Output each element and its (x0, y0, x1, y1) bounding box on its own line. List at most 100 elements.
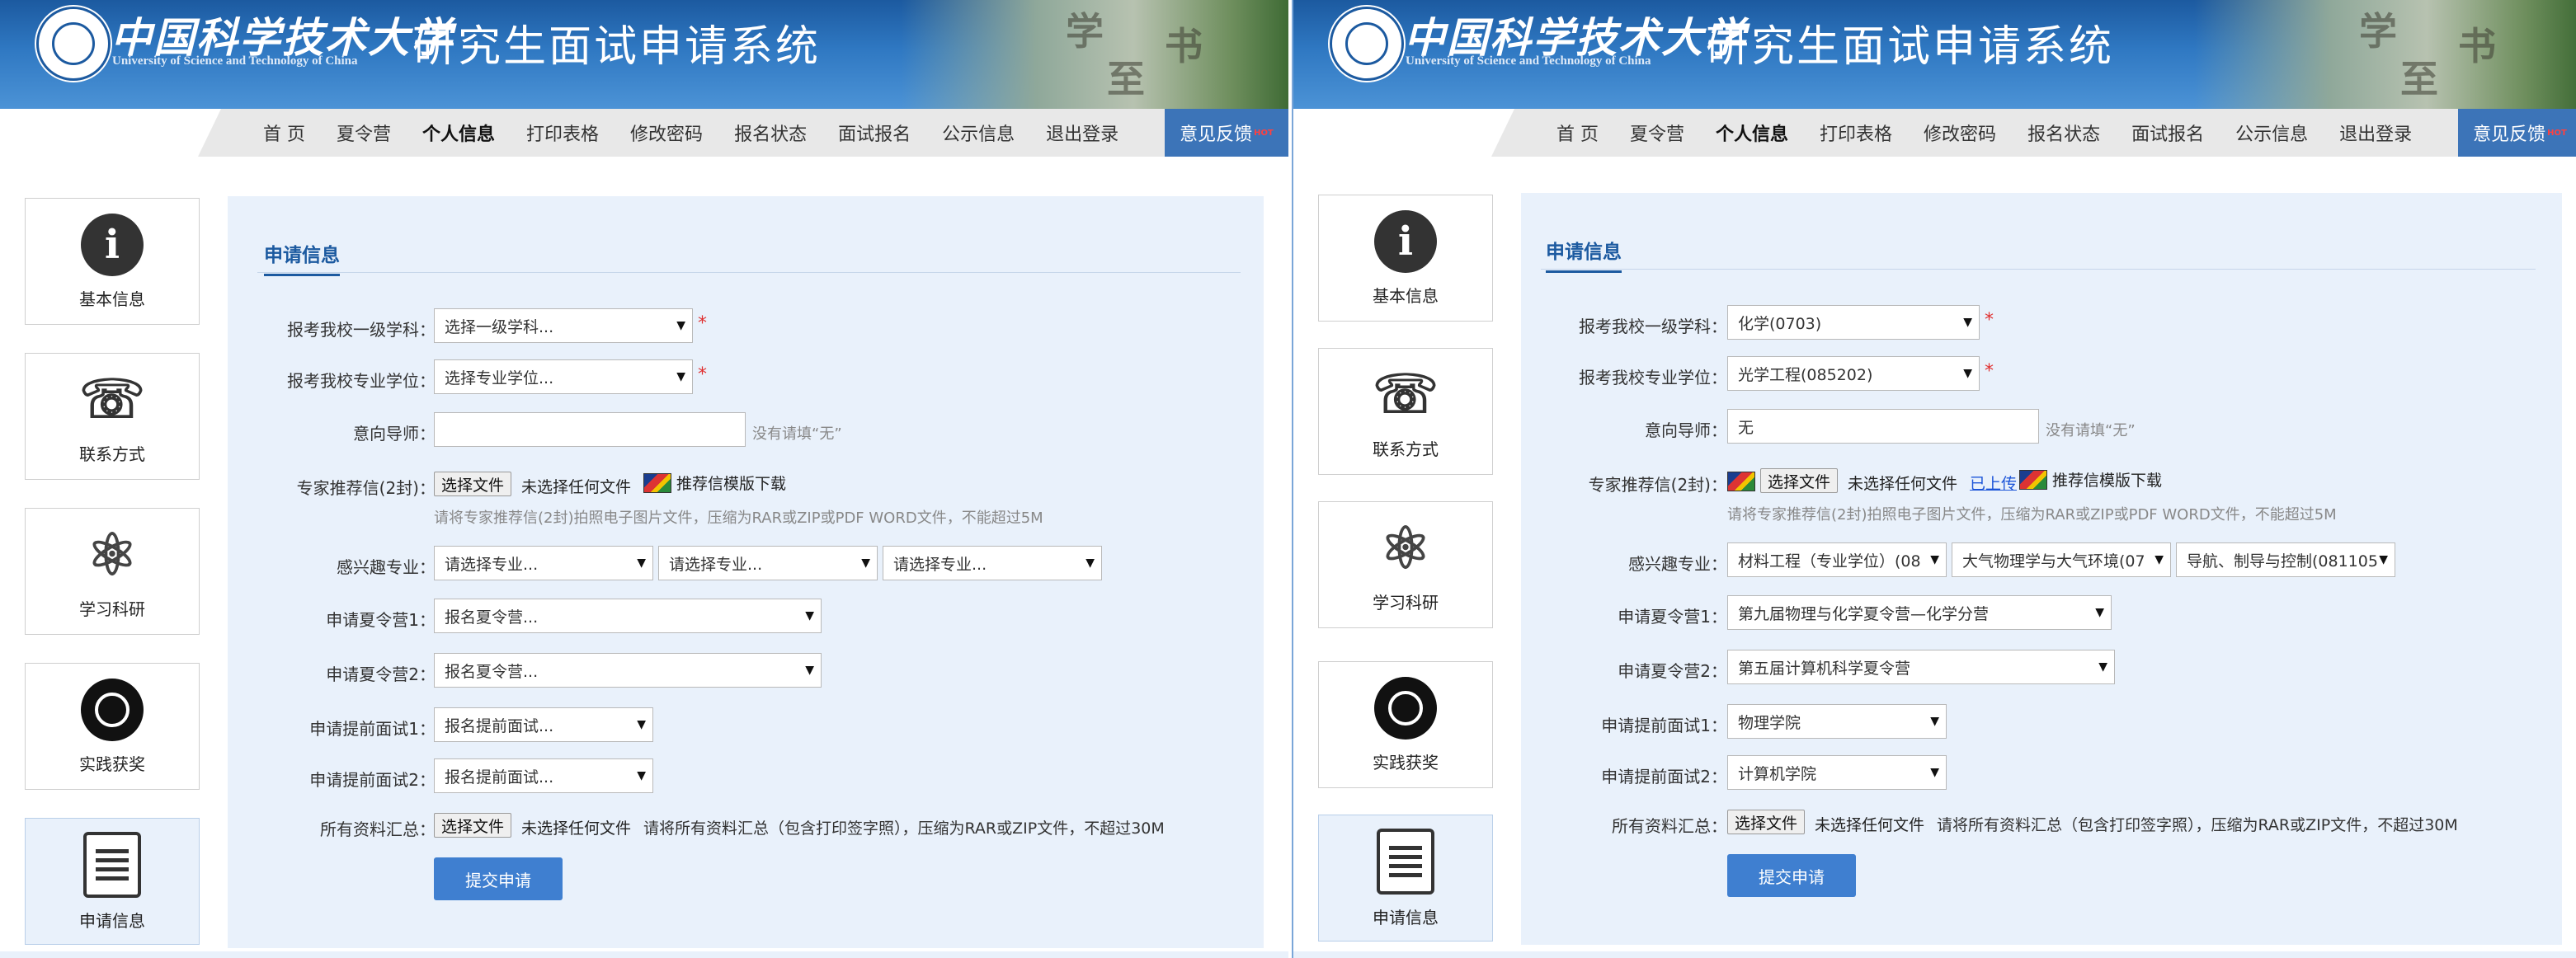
nav-summer-camp[interactable]: 夏令营 (1614, 120, 1700, 146)
nav-feedback[interactable]: 意见反馈 HOT (1165, 109, 1288, 157)
template-download-link[interactable]: 推荐信模版下载 (2019, 468, 2162, 491)
sidebar-label: 联系方式 (1373, 439, 1439, 459)
sidebar-item-contact[interactable]: ☏ 联系方式 (1318, 348, 1493, 475)
navbar: 首 页 夏令营 个人信息 打印表格 修改密码 报名状态 面试报名 公示信息 退出… (1293, 109, 2576, 157)
sidebar-item-contact[interactable]: ☏ 联系方式 (25, 353, 200, 480)
camp1-select[interactable]: 报名夏令营... ▼ (434, 599, 822, 633)
degree-value: 选择专业学位... (445, 369, 554, 387)
feedback-label: 意见反馈 (2473, 124, 2546, 145)
navbar: 首 页 夏令营 个人信息 打印表格 修改密码 报名状态 面试报名 公示信息 退出… (0, 109, 1288, 157)
submit-button[interactable]: 提交申请 (1727, 854, 1856, 897)
camp1-value: 第九届物理与化学夏令营—化学分营 (1738, 604, 1990, 623)
sidebar-label: 基本信息 (79, 289, 145, 309)
advisor-hint: 没有请填“无” (752, 425, 842, 443)
early2-select[interactable]: 报名提前面试... ▼ (434, 758, 653, 793)
degree-select[interactable]: 选择专业学位... ▼ (434, 359, 693, 394)
caret-down-icon: ▼ (637, 556, 646, 570)
degree-select[interactable]: 光学工程(085202) ▼ (1727, 356, 1980, 391)
sidebar-label: 实践获奖 (79, 754, 145, 774)
feedback-label: 意见反馈 (1180, 124, 1253, 145)
recommend-file-status: 未选择任何文件 (1848, 475, 1958, 493)
nav-interview-signup[interactable]: 面试报名 (822, 120, 926, 146)
label-early2: 申请提前面试2： (309, 770, 436, 790)
early1-value: 报名提前面试... (445, 716, 554, 735)
nav-list: 首 页 夏令营 个人信息 打印表格 修改密码 报名状态 面试报名 公示信息 退出… (247, 109, 1134, 157)
sidebar-item-practice-awards[interactable]: 实践获奖 (25, 663, 200, 790)
all-materials-file-status: 未选择任何文件 (1815, 816, 1925, 834)
sidebar-item-basic-info[interactable]: i 基本信息 (1318, 195, 1493, 322)
caret-down-icon: ▼ (805, 609, 814, 622)
nav-personal-info[interactable]: 个人信息 (1700, 120, 1804, 146)
interest-select-1[interactable]: 请选择专业... ▼ (434, 546, 653, 580)
advisor-hint: 没有请填“无” (2046, 422, 2136, 439)
university-seal-icon (36, 7, 111, 81)
document-icon (1377, 828, 1434, 895)
award-icon (81, 678, 144, 741)
nav-application-status[interactable]: 报名状态 (718, 120, 822, 146)
recommend-file-button[interactable]: 选择文件 (1760, 468, 1839, 493)
early2-select[interactable]: 计算机学院 ▼ (1727, 755, 1947, 790)
nav-public-info[interactable]: 公示信息 (926, 120, 1030, 146)
nav-interview-signup[interactable]: 面试报名 (2116, 120, 2220, 146)
sidebar-item-study-research[interactable]: ⚛ 学习科研 (1318, 501, 1493, 628)
sidebar-item-study-research[interactable]: ⚛ 学习科研 (25, 508, 200, 635)
interest-select-2[interactable]: 大气物理学与大气环境(07 ▼ (1952, 542, 2171, 577)
caret-down-icon: ▼ (1963, 367, 1972, 380)
nav-logout[interactable]: 退出登录 (2324, 120, 2428, 146)
calligraphy-char: 至 (2400, 57, 2438, 101)
template-flag-icon (2019, 469, 2047, 490)
sidebar-label: 申请信息 (79, 910, 145, 931)
camp1-value: 报名夏令营... (445, 608, 539, 627)
template-download-label: 推荐信模版下载 (676, 475, 787, 493)
sidebar-item-practice-awards[interactable]: 实践获奖 (1318, 661, 1493, 788)
nav-change-password[interactable]: 修改密码 (1908, 120, 2012, 146)
label-camp1: 申请夏令营1： (326, 610, 436, 630)
interest-select-2[interactable]: 请选择专业... ▼ (658, 546, 878, 580)
nav-public-info[interactable]: 公示信息 (2220, 120, 2324, 146)
interest-select-1[interactable]: 材料工程（专业学位）(08 ▼ (1727, 542, 1947, 577)
nav-logout[interactable]: 退出登录 (1030, 120, 1134, 146)
nav-application-status[interactable]: 报名状态 (2012, 120, 2116, 146)
all-materials-file-button[interactable]: 选择文件 (1727, 810, 1806, 834)
label-degree: 报考我校专业学位： (1579, 368, 1727, 387)
sidebar-label: 联系方式 (79, 444, 145, 464)
interest-select-3[interactable]: 导航、制导与控制(081105 ▼ (2176, 542, 2395, 577)
nav-home[interactable]: 首 页 (1541, 120, 1614, 146)
nav-print-form[interactable]: 打印表格 (511, 120, 615, 146)
label-camp2: 申请夏令营2： (1618, 661, 1727, 681)
sidebar-label: 学习科研 (1373, 592, 1439, 613)
nav-home[interactable]: 首 页 (247, 120, 321, 146)
advisor-input[interactable] (434, 412, 746, 447)
info-icon: i (1374, 209, 1437, 273)
recommend-hint: 请将专家推荐信(2封)拍照电子图片文件，压缩为RAR或ZIP或PDF WORD文… (1727, 506, 2337, 524)
label-recommend: 专家推荐信(2封)： (1588, 475, 1727, 495)
sidebar-item-basic-info[interactable]: i 基本信息 (25, 198, 200, 325)
nav-personal-info[interactable]: 个人信息 (407, 120, 511, 146)
advisor-input[interactable]: 无 (1727, 409, 2039, 444)
template-download-link[interactable]: 推荐信模版下载 (643, 472, 786, 494)
sidebar-item-application-info[interactable]: 申请信息 (1318, 815, 1493, 942)
nav-print-form[interactable]: 打印表格 (1804, 120, 1908, 146)
early1-select[interactable]: 报名提前面试... ▼ (434, 707, 653, 742)
nav-change-password[interactable]: 修改密码 (615, 120, 718, 146)
caret-down-icon: ▼ (861, 556, 870, 570)
uploaded-link[interactable]: 已上传 (1970, 472, 2017, 494)
all-materials-file-button[interactable]: 选择文件 (434, 813, 512, 838)
early2-value: 计算机学院 (1738, 764, 1817, 783)
submit-button[interactable]: 提交申请 (434, 857, 563, 900)
interest-select-3[interactable]: 请选择专业... ▼ (883, 546, 1102, 580)
calligraphy-char: 学 (1066, 9, 1104, 54)
recommend-file-button[interactable]: 选择文件 (434, 472, 512, 496)
school-name-en: University of Science and Technology of … (1406, 54, 1651, 68)
subject-select[interactable]: 化学(0703) ▼ (1727, 305, 1980, 340)
camp2-select[interactable]: 第五届计算机科学夏令营 ▼ (1727, 650, 2115, 684)
all-materials-hint: 请将所有资料汇总（包含打印签字照），压缩为RAR或ZIP文件，不超过30M (1937, 816, 2458, 834)
early1-select[interactable]: 物理学院 ▼ (1727, 704, 1947, 739)
sidebar-item-application-info[interactable]: 申请信息 (25, 818, 200, 945)
subject-select[interactable]: 选择一级学科... ▼ (434, 308, 693, 343)
nav-feedback[interactable]: 意见反馈 HOT (2458, 109, 2576, 157)
camp1-select[interactable]: 第九届物理与化学夏令营—化学分营 ▼ (1727, 595, 2112, 630)
camp2-select[interactable]: 报名夏令营... ▼ (434, 653, 822, 688)
nav-summer-camp[interactable]: 夏令营 (321, 120, 407, 146)
caret-down-icon: ▼ (1963, 316, 1972, 329)
